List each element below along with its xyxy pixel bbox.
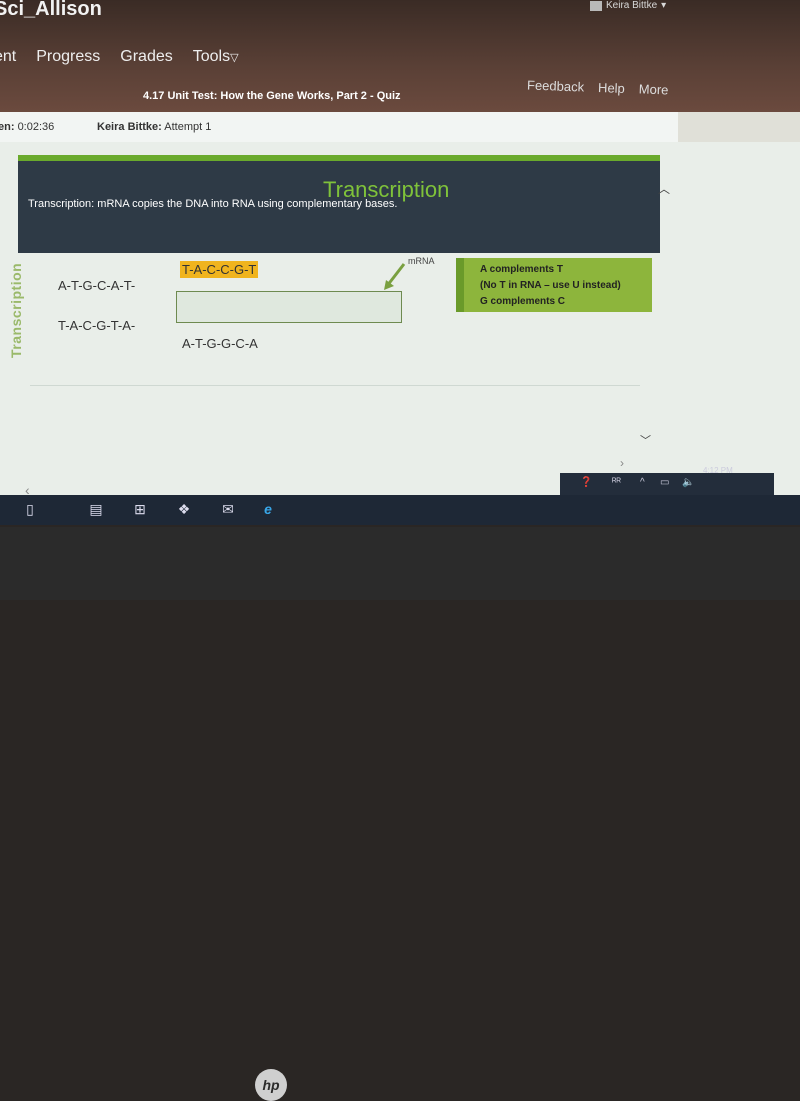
mrna-answer-input[interactable] xyxy=(176,291,402,323)
arrow-icon xyxy=(384,263,406,290)
slide-banner: Transcription Transcription: mRNA copies… xyxy=(18,155,660,253)
student-name: Keira Bittke: xyxy=(97,121,162,133)
file-explorer-icon[interactable]: ▤ xyxy=(86,500,106,518)
dna-bottom-left: T-A-C-G-T-A- xyxy=(58,318,136,333)
side-label: Transcription xyxy=(8,262,24,358)
dna-top-left: A-T-G-C-A-T- xyxy=(58,278,136,293)
clock[interactable]: 4:12 PM xyxy=(703,466,733,475)
triangle-down-icon: ▽ xyxy=(230,52,239,64)
help-link[interactable]: Help xyxy=(598,80,625,96)
dropbox-icon[interactable]: ❖ xyxy=(174,500,194,518)
chevron-right-icon[interactable]: › xyxy=(620,456,624,470)
mrna-label: mRNA xyxy=(408,256,435,266)
hint-line: G complements C xyxy=(480,296,566,307)
course-title: Sci_Allison xyxy=(0,0,102,20)
hp-logo: hp xyxy=(255,1069,287,1101)
timer-label: en: xyxy=(0,121,15,133)
response-panel xyxy=(30,385,640,466)
volume-icon[interactable]: 🔈 xyxy=(682,477,694,488)
nav-progress[interactable]: Progress xyxy=(36,48,100,66)
taskbar xyxy=(0,495,800,525)
scroll-up-icon[interactable]: ︿ xyxy=(658,180,670,197)
mail-icon[interactable]: ✉ xyxy=(218,500,238,518)
slide-subtitle: Transcription: mRNA copies the DNA into … xyxy=(28,198,398,210)
nav-tools[interactable]: Tools▽ xyxy=(193,48,239,66)
store-icon[interactable]: ⊞ xyxy=(130,500,150,518)
quiz-title: 4.17 Unit Test: How the Gene Works, Part… xyxy=(143,90,401,102)
user-name: Keira Bittke xyxy=(606,0,658,11)
hint-box: A complements T (No T in RNA – use U ins… xyxy=(456,258,652,312)
timer: en: 0:02:36 xyxy=(0,121,54,133)
main-nav: ent Progress Grades Tools▽ xyxy=(0,48,239,66)
dna-bottom-right: A-T-G-G-C-A xyxy=(182,336,258,351)
right-nav: Feedback Help More xyxy=(527,78,669,98)
timer-value: 0:02:36 xyxy=(17,121,55,133)
info-bar: en: 0:02:36 Keira Bittke: Attempt 1 xyxy=(0,112,680,142)
user-menu[interactable]: Keira Bittke ▾ xyxy=(590,0,666,11)
task-view-icon[interactable]: ▯ xyxy=(20,500,40,518)
caret-down-icon: ▾ xyxy=(661,0,667,11)
help-icon[interactable]: ❓ xyxy=(580,477,592,488)
scroll-down-icon[interactable]: ﹀ xyxy=(640,432,651,448)
hint-line: (No T in RNA – use U instead) xyxy=(480,280,621,291)
highlighted-strand: T-A-C-C-G-T xyxy=(180,261,259,278)
laptop-bezel: hp xyxy=(0,527,800,1101)
nav-content[interactable]: ent xyxy=(0,48,16,66)
avatar-icon xyxy=(590,0,602,11)
chevron-up-icon[interactable]: ^ xyxy=(640,477,645,488)
battery-icon[interactable]: ▭ xyxy=(660,477,669,488)
people-icon[interactable]: ᴿᴿ xyxy=(612,477,621,488)
feedback-link[interactable]: Feedback xyxy=(527,78,585,95)
nav-tools-label: Tools xyxy=(192,48,231,65)
attempt-label: Attempt 1 xyxy=(164,121,212,133)
hint-line: A complements T xyxy=(480,264,563,275)
attempt-info: Keira Bittke: Attempt 1 xyxy=(97,121,211,133)
screen: Sci_Allison Keira Bittke ▾ ent Progress … xyxy=(0,0,800,525)
dna-top-highlight: T-A-C-C-G-T xyxy=(180,261,259,278)
top-bar: Sci_Allison Keira Bittke ▾ ent Progress … xyxy=(0,0,800,112)
info-bar-right xyxy=(678,112,800,142)
nav-grades[interactable]: Grades xyxy=(120,48,172,66)
internet-explorer-icon[interactable]: e xyxy=(258,500,278,518)
more-link[interactable]: More xyxy=(639,81,669,97)
